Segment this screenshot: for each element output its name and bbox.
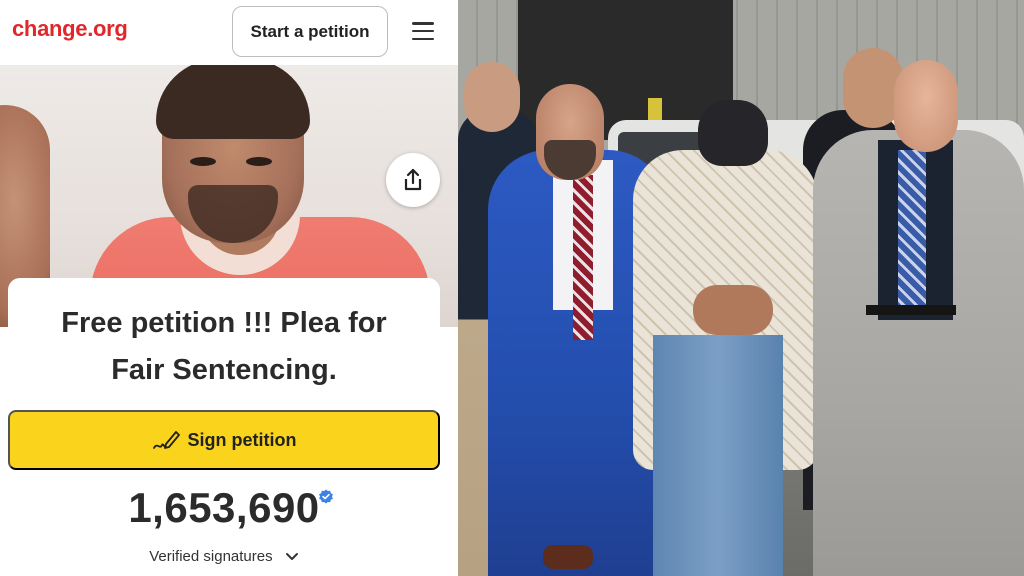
start-petition-button[interactable]: Start a petition (232, 6, 388, 57)
phone-screenshot: change.org Start a petition Free petitio… (0, 0, 458, 576)
sign-petition-button[interactable]: Sign petition (8, 410, 440, 470)
signature-count-row: 1,653,690 (8, 484, 440, 532)
share-button[interactable] (386, 153, 440, 207)
change-org-logo[interactable]: change.org (12, 16, 128, 42)
petition-title-line-1: Free petition !!! Plea for (61, 307, 387, 339)
verified-signatures-label: Verified signatures (149, 548, 273, 565)
hamburger-menu-icon[interactable] (410, 20, 436, 42)
verified-signatures-toggle[interactable]: Verified signatures (8, 548, 440, 565)
share-icon (404, 168, 422, 191)
petition-card: Free petition !!! Plea for Fair Sentenci… (8, 278, 440, 576)
pen-signature-icon (152, 431, 180, 449)
petition-title-line-2: Fair Sentencing. (111, 354, 337, 386)
sign-petition-label: Sign petition (187, 429, 297, 450)
petition-title: Free petition !!! Plea for Fair Sentenci… (8, 300, 440, 394)
signature-count: 1,653,690 (128, 484, 320, 531)
news-photo (458, 0, 1024, 576)
verified-check-icon (319, 489, 333, 504)
chevron-down-icon (285, 553, 298, 561)
top-navigation-bar: change.org Start a petition (0, 0, 458, 65)
